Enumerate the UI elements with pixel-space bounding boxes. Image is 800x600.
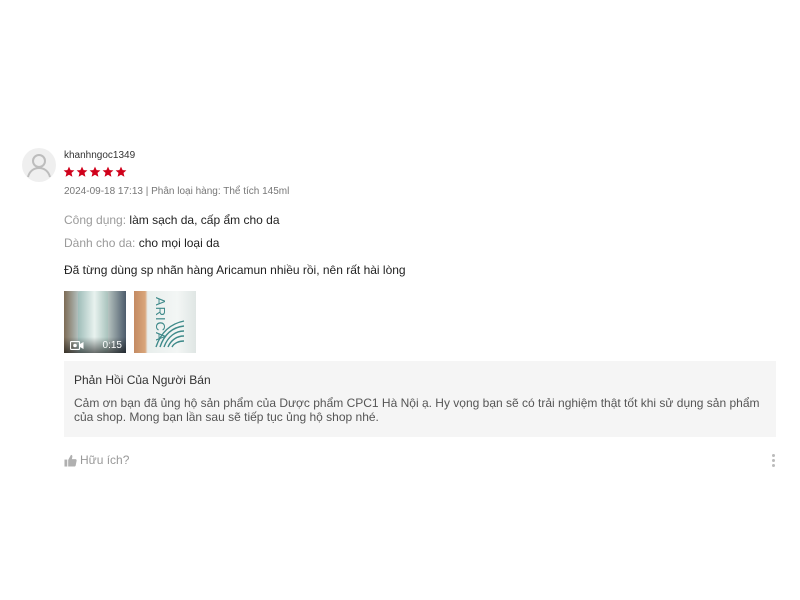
star-icon: [76, 166, 88, 177]
user-avatar-icon[interactable]: [22, 148, 56, 182]
attribute-value: cho mọi loại da: [138, 236, 220, 250]
video-thumbnail[interactable]: 0:15: [64, 291, 126, 353]
star-icon: [102, 166, 114, 177]
attribute-row-skin-type: Dành cho da: cho mọi loại da: [64, 236, 219, 250]
review-item: khanhngoc1349 2024-09-18 17:13 | Phân lo…: [0, 0, 800, 600]
helpful-button[interactable]: Hữu ích?: [64, 453, 129, 467]
review-meta: 2024-09-18 17:13 | Phân loại hàng: Thể t…: [64, 186, 290, 197]
star-rating: [63, 166, 127, 178]
star-icon: [115, 166, 127, 177]
attribute-label: Dành cho da:: [64, 236, 136, 250]
attribute-label: Công dụng:: [64, 213, 127, 227]
seller-reply-text: Cảm ơn bạn đã ủng hộ sản phẩm của Dược p…: [74, 396, 760, 424]
attribute-row-usage: Công dụng: làm sạch da, cấp ẩm cho da: [64, 213, 280, 227]
star-icon: [63, 166, 75, 177]
video-camera-icon: [70, 341, 84, 350]
helpful-label: Hữu ích?: [80, 453, 130, 467]
photo-thumbnail[interactable]: ARICA: [134, 291, 196, 353]
more-vertical-icon[interactable]: [770, 452, 778, 468]
seller-reply-title: Phản Hồi Của Người Bán: [74, 373, 211, 387]
review-body: Đã từng dùng sp nhãn hàng Aricamun nhiều…: [64, 263, 406, 277]
reviewer-username[interactable]: khanhngoc1349: [64, 150, 135, 161]
thumbs-up-icon: [64, 454, 77, 467]
attribute-value: làm sạch da, cấp ẩm cho da: [129, 213, 280, 227]
review-media: 0:15 ARICA: [64, 291, 196, 353]
seller-reply: Phản Hồi Của Người Bán Cảm ơn bạn đã ủng…: [64, 361, 776, 437]
brand-swirl-graphic: [155, 320, 185, 348]
video-duration: 0:15: [102, 340, 122, 351]
star-icon: [89, 166, 101, 177]
